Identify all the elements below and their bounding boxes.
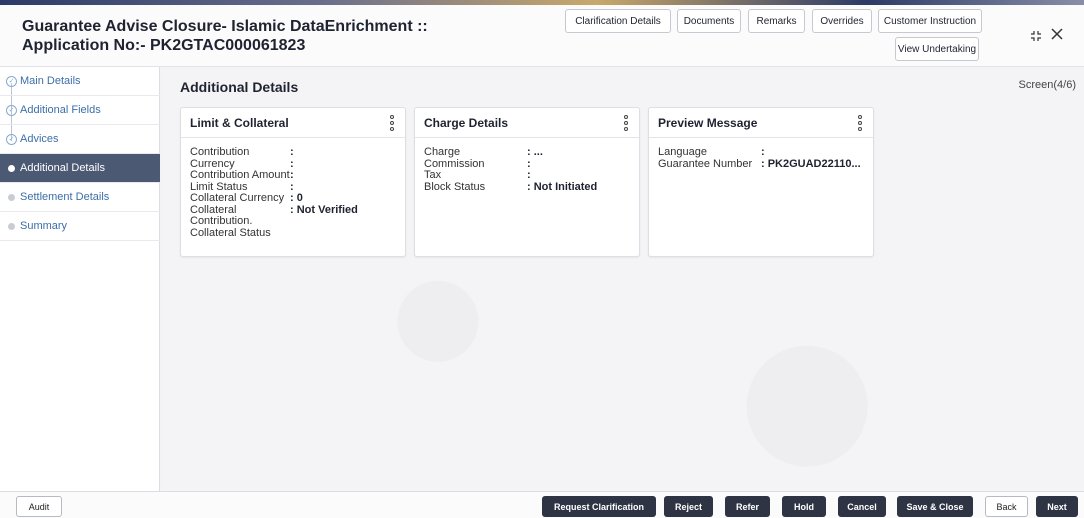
field-value: : PK2GUAD22110... — [761, 157, 861, 170]
main-content: Additional Details Screen(4/6) Limit & C… — [161, 67, 1084, 491]
charge-details-card: Charge Details Charge: ... Commission: T… — [414, 107, 640, 257]
hold-button[interactable]: Hold — [782, 496, 826, 517]
card-title: Preview Message — [658, 115, 758, 130]
sidebar-item-label: Additional Fields — [20, 104, 101, 116]
field-label: Tax — [424, 169, 442, 181]
title-line-2: Application No:- PK2GTAC000061823 — [22, 37, 306, 54]
sidebar-item-label: Additional Details — [20, 162, 105, 174]
card-body: Language: Guarantee Number : PK2GUAD22110… — [649, 138, 873, 179]
cancel-button[interactable]: Cancel — [838, 496, 886, 517]
check-circle-icon: ✓ — [6, 76, 17, 87]
sidebar-nav: ✓ Main Details ✓ Additional Fields ✓ Adv… — [0, 67, 160, 491]
collapse-icon[interactable] — [1030, 29, 1042, 47]
field-row: Block Status : Not Initiated — [424, 180, 630, 194]
sidebar-item-advices[interactable]: ✓ Advices — [0, 125, 160, 154]
sidebar-item-label: Summary — [20, 220, 68, 232]
field-value: : ... — [527, 146, 543, 158]
field-row: Contribution. — [190, 215, 396, 228]
pending-step-dot-icon — [8, 194, 15, 201]
field-label: Collateral Currency — [190, 192, 285, 204]
card-header: Charge Details — [415, 108, 639, 138]
kebab-menu-icon[interactable] — [389, 115, 395, 131]
audit-button[interactable]: Audit — [16, 496, 62, 517]
overrides-button[interactable]: Overrides — [812, 9, 872, 33]
field-value: : — [290, 169, 294, 181]
back-button[interactable]: Back — [985, 496, 1028, 517]
page-title: Guarantee Advise Closure- Islamic DataEn… — [22, 17, 428, 55]
next-button[interactable]: Next — [1036, 496, 1078, 517]
field-row: Contribution Amount: — [190, 169, 396, 182]
field-label: Block Status — [424, 180, 486, 193]
field-value: : — [290, 146, 294, 158]
card-body: Charge: ... Commission: Tax: Block Statu… — [415, 138, 639, 202]
sidebar-item-additional-details[interactable]: Additional Details — [0, 154, 160, 183]
sidebar-item-additional-fields[interactable]: ✓ Additional Fields — [0, 96, 160, 125]
field-value: : — [761, 146, 765, 158]
field-row: Charge : ... — [424, 146, 630, 159]
sidebar-item-main-details[interactable]: ✓ Main Details — [0, 67, 160, 96]
field-row: Collateral Status — [190, 226, 396, 240]
pending-step-dot-icon — [8, 223, 15, 230]
kebab-menu-icon[interactable] — [857, 115, 863, 131]
limit-collateral-card: Limit & Collateral Contribution: Currenc… — [180, 107, 406, 257]
request-clarification-button[interactable]: Request Clarification — [542, 496, 656, 517]
documents-button[interactable]: Documents — [677, 9, 741, 33]
action-footer: Audit Request Clarification Reject Refer… — [0, 491, 1084, 518]
clarification-details-button[interactable]: Clarification Details — [565, 9, 671, 33]
sidebar-item-label: Advices — [20, 133, 59, 145]
field-label: Contribution. — [190, 215, 253, 227]
field-row: Guarantee Number : PK2GUAD22110... — [658, 157, 864, 171]
card-header: Limit & Collateral — [181, 108, 405, 138]
preview-message-card: Preview Message Language: Guarantee Numb… — [648, 107, 874, 257]
field-value: : Not Verified — [290, 203, 358, 216]
page-header: Guarantee Advise Closure- Islamic DataEn… — [0, 5, 1084, 67]
field-row: Collateral Currency : 0 — [190, 192, 396, 205]
close-icon[interactable] — [1051, 27, 1063, 45]
field-label: Contribution Amount — [190, 169, 290, 181]
view-undertaking-button[interactable]: View Undertaking — [895, 37, 979, 61]
sidebar-item-summary[interactable]: Summary — [0, 212, 160, 241]
sidebar-item-label: Main Details — [20, 75, 81, 87]
field-value: : — [527, 169, 531, 181]
card-body: Contribution: Currency: Contribution Amo… — [181, 138, 405, 248]
field-label: Charge — [424, 146, 461, 158]
kebab-menu-icon[interactable] — [623, 115, 629, 131]
remarks-button[interactable]: Remarks — [748, 9, 805, 33]
save-close-button[interactable]: Save & Close — [897, 496, 973, 517]
field-row: Tax: — [424, 169, 630, 182]
field-row: Contribution: — [190, 146, 396, 159]
field-label: Language — [658, 146, 707, 158]
field-label: Contribution — [190, 146, 250, 158]
sidebar-item-label: Settlement Details — [20, 191, 110, 203]
field-value: : 0 — [290, 192, 303, 204]
field-label: Guarantee Number — [658, 157, 753, 170]
card-title: Limit & Collateral — [190, 115, 289, 130]
field-label: Collateral Status — [190, 226, 271, 239]
title-line-1: Guarantee Advise Closure- Islamic DataEn… — [22, 18, 428, 35]
current-step-dot-icon — [8, 165, 15, 172]
check-circle-icon: ✓ — [6, 134, 17, 145]
card-header: Preview Message — [649, 108, 873, 138]
customer-instruction-button[interactable]: Customer Instruction — [878, 9, 982, 33]
field-value: : Not Initiated — [527, 180, 598, 193]
check-circle-icon: ✓ — [6, 105, 17, 116]
screen-indicator: Screen(4/6) — [1018, 79, 1076, 91]
field-row: Language: — [658, 146, 864, 159]
sidebar-item-settlement-details[interactable]: Settlement Details — [0, 183, 160, 212]
section-title: Additional Details — [180, 79, 299, 95]
reject-button[interactable]: Reject — [664, 496, 713, 517]
card-title: Charge Details — [424, 115, 509, 130]
refer-button[interactable]: Refer — [725, 496, 770, 517]
